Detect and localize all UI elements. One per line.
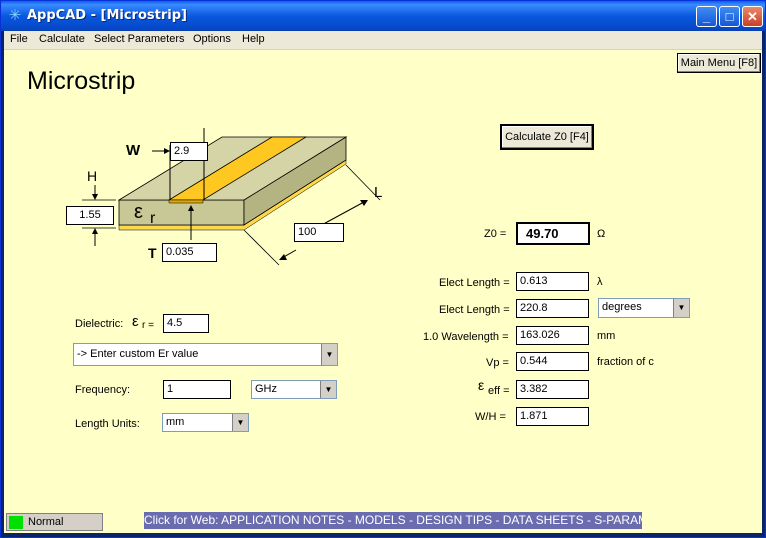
client-area: Main Menu [F8] Microstrip Calculate Z0 [… <box>4 49 762 511</box>
frequency-label: Frequency: <box>75 384 131 396</box>
menu-options[interactable]: Options <box>193 33 231 45</box>
chevron-down-icon[interactable]: ▼ <box>321 344 337 365</box>
main-menu-button[interactable]: Main Menu [F8] <box>677 53 761 73</box>
er-subscript: r <box>150 210 156 227</box>
h-arrowhead-bottom <box>92 228 98 234</box>
elect-length-degrees-label: Elect Length = <box>439 304 510 316</box>
frequency-unit-value: GHz <box>255 383 277 395</box>
menu-help[interactable]: Help <box>242 33 265 45</box>
minimize-button[interactable]: _ <box>696 6 717 27</box>
status-indicator <box>9 516 23 529</box>
angle-unit-value: degrees <box>602 301 642 313</box>
wavelength-value: 163.026 <box>516 326 589 345</box>
calculate-z0-button[interactable]: Calculate Z0 [F4] <box>500 124 594 150</box>
h-label: H <box>87 168 98 184</box>
l-arrowhead-bottom <box>279 254 287 260</box>
maximize-icon: □ <box>725 9 734 24</box>
close-icon: ✕ <box>747 9 758 24</box>
er-symbol: ε <box>134 201 143 223</box>
chevron-down-icon[interactable]: ▼ <box>320 381 336 398</box>
length-units-label: Length Units: <box>75 418 140 430</box>
elect-length-degrees-value: 220.8 <box>516 299 589 318</box>
h-arrowhead-top <box>92 194 98 200</box>
vp-unit: fraction of c <box>597 356 654 368</box>
l-extension-front <box>243 229 280 266</box>
asterisk-icon[interactable]: ✳ <box>7 8 23 24</box>
l-value-field[interactable]: 100 <box>294 223 344 242</box>
dielectric-select[interactable]: -> Enter custom Er value ▼ <box>73 343 338 366</box>
chevron-down-icon[interactable]: ▼ <box>232 414 248 431</box>
eeff-value: 3.382 <box>516 380 589 399</box>
z0-unit: Ω <box>597 228 606 240</box>
minimize-icon: _ <box>702 9 711 24</box>
dielectric-label: Dielectric: <box>75 318 124 330</box>
wavelength-unit: mm <box>597 330 616 342</box>
wh-value: 1.871 <box>516 407 589 426</box>
status-mode: Normal <box>28 516 64 528</box>
frequency-input[interactable]: 1 <box>163 380 231 399</box>
window-title: AppCAD - [Microstrip] <box>27 8 187 23</box>
strip-front-edge <box>168 199 204 204</box>
menu-select-parameters[interactable]: Select Parameters <box>94 33 184 45</box>
menu-calculate[interactable]: Calculate <box>39 33 85 45</box>
h-value-field[interactable]: 1.55 <box>66 206 114 225</box>
menu-file[interactable]: File <box>10 33 28 45</box>
menu-bar: File Calculate Select Parameters Options… <box>4 31 762 49</box>
eeff-symbol: ε <box>478 377 485 393</box>
w-label: W <box>126 142 141 159</box>
mode-panel: Normal <box>6 513 103 531</box>
er-input-subscript: r = <box>142 320 154 331</box>
w-value-field[interactable]: 2.9 <box>170 142 208 161</box>
z0-value: 49.70 <box>516 222 590 245</box>
elect-length-lambda-label: Elect Length = <box>439 277 510 289</box>
close-button[interactable]: ✕ <box>742 6 763 27</box>
status-bar: Normal Click for Web: APPLICATION NOTES … <box>4 511 762 533</box>
l-label: L <box>374 184 383 201</box>
er-input[interactable]: 4.5 <box>163 314 209 333</box>
wh-label: W/H = <box>475 411 506 423</box>
angle-unit-select[interactable]: degrees ▼ <box>598 298 690 318</box>
dielectric-select-value: -> Enter custom Er value <box>77 348 199 360</box>
t-value-field[interactable]: 0.035 <box>162 243 217 262</box>
length-units-select[interactable]: mm ▼ <box>162 413 249 432</box>
vp-value: 0.544 <box>516 352 589 371</box>
wavelength-label: 1.0 Wavelength = <box>423 331 509 343</box>
vp-label: Vp = <box>486 357 509 369</box>
er-input-symbol: ε <box>132 313 139 330</box>
z0-label: Z0 = <box>484 228 507 240</box>
t-label: T <box>148 245 157 261</box>
elect-length-lambda-value: 0.613 <box>516 272 589 291</box>
app-window: ✳ AppCAD - [Microstrip] _ □ ✕ File Calcu… <box>0 0 766 538</box>
maximize-button[interactable]: □ <box>719 6 740 27</box>
frequency-unit-select[interactable]: GHz ▼ <box>251 380 337 399</box>
chevron-down-icon[interactable]: ▼ <box>673 299 689 317</box>
eeff-label: eff = <box>488 385 510 397</box>
web-links-bar[interactable]: Click for Web: APPLICATION NOTES - MODEL… <box>144 512 642 529</box>
lambda-unit: λ <box>597 276 603 288</box>
length-units-value: mm <box>166 416 185 428</box>
microstrip-diagram <box>82 128 381 266</box>
title-bar[interactable]: ✳ AppCAD - [Microstrip] _ □ ✕ <box>1 1 765 31</box>
